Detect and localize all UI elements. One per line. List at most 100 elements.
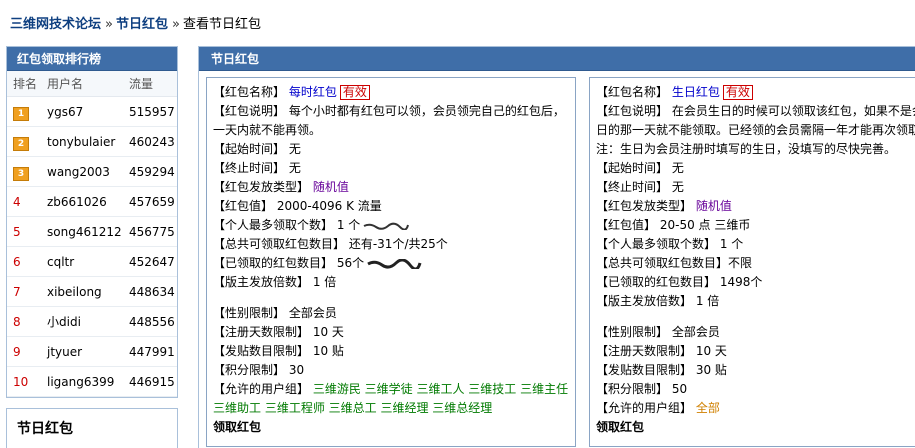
end-value: 无 — [671, 180, 684, 194]
ranking-flow: 515957 — [129, 105, 175, 119]
ranking-flow: 447991 — [129, 345, 175, 359]
max-label: 【个人最多领取个数】 — [596, 237, 717, 251]
points-label: 【积分限制】 — [596, 382, 669, 396]
breadcrumb-separator: » — [172, 17, 180, 32]
claim-button[interactable]: 领取红包 — [213, 420, 261, 434]
rank-medal-icon: 1 — [7, 97, 41, 126]
type-value: 随机值 — [695, 199, 732, 213]
start-label: 【起始时间】 — [213, 142, 286, 156]
claimed-label: 【已领取的红包数目】 — [213, 256, 334, 270]
ranking-username[interactable]: zb661026 — [41, 187, 123, 216]
value-label: 【红包值】 — [596, 218, 657, 232]
max-value: 1 个 — [336, 218, 361, 232]
posts-label: 【发贴数目限制】 — [213, 344, 310, 358]
breadcrumb: 三维网技术论坛» 节日红包» 查看节日红包 — [10, 17, 261, 33]
holiday-panel: 节日红包 — [6, 408, 178, 448]
rank-medal-icon: 2 — [7, 127, 41, 156]
ranking-username[interactable]: ligang6399 — [41, 367, 123, 396]
gender-label: 【性别限制】 — [596, 325, 669, 339]
ranking-row: 1 ygs67 515957 — [7, 97, 177, 127]
groups-label: 【允许的用户组】 — [596, 401, 693, 415]
breadcrumb-current: 查看节日红包 — [182, 17, 261, 32]
medal-icon: 3 — [13, 167, 29, 181]
total-label: 【总共可领取红包数目】 — [596, 256, 729, 270]
medal-icon: 1 — [13, 107, 29, 121]
rank-number: 5 — [13, 225, 21, 239]
main-panel: 节日红包 【红包名称】 每时红包 有效 【红包说明】 每个小时都有红包可以领，会员… — [198, 46, 915, 448]
ranking-username[interactable]: 小didi — [41, 307, 123, 336]
ranking-row: 4 zb661026 457659 — [7, 187, 177, 217]
points-label: 【积分限制】 — [213, 363, 286, 377]
regdays-value: 10 天 — [695, 344, 727, 358]
medal-icon: 2 — [13, 137, 29, 151]
ranking-row: 6 cqltr 452647 — [7, 247, 177, 277]
claimed-value: 56个 — [336, 256, 365, 270]
ranking-flow: 460243 — [129, 135, 175, 149]
desc-label: 【红包说明】 — [596, 104, 669, 118]
claimed-value: 1498个 — [719, 275, 763, 289]
points-value: 30 — [288, 363, 305, 377]
groups-value: 全部 — [695, 401, 720, 415]
end-value: 无 — [288, 161, 301, 175]
gender-value: 全部会员 — [288, 306, 337, 320]
redpacket-name[interactable]: 每时红包 — [289, 85, 337, 99]
regdays-label: 【注册天数限制】 — [596, 344, 693, 358]
ranking-username[interactable]: jtyuer — [41, 337, 123, 366]
claim-button[interactable]: 领取红包 — [596, 420, 644, 434]
breadcrumb-forum-link[interactable]: 三维网技术论坛 — [10, 17, 101, 32]
regdays-value: 10 天 — [312, 325, 344, 339]
name-label: 【红包名称】 — [213, 85, 286, 99]
value-value: 20-50 点 三维币 — [659, 218, 751, 232]
ranking-panel: 红包领取排行榜 排名 用户名 流量 1 ygs67 515957 2 tonybulai… — [6, 46, 178, 398]
end-label: 【终止时间】 — [596, 180, 669, 194]
name-label: 【红包名称】 — [596, 85, 669, 99]
mult-label: 【版主发放倍数】 — [596, 294, 693, 308]
breadcrumb-section-link[interactable]: 节日红包 — [116, 17, 168, 32]
value-label: 【红包值】 — [213, 199, 274, 213]
col-user-header: 用户名 — [47, 77, 84, 91]
start-label: 【起始时间】 — [596, 161, 669, 175]
max-label: 【个人最多领取个数】 — [213, 218, 334, 232]
status-badge: 有效 — [339, 85, 370, 100]
breadcrumb-separator: » — [105, 17, 113, 32]
gender-value: 全部会员 — [671, 325, 720, 339]
type-label: 【红包发放类型】 — [596, 199, 693, 213]
rank-number: 4 — [13, 195, 21, 209]
regdays-label: 【注册天数限制】 — [213, 325, 310, 339]
groups-label: 【允许的用户组】 — [213, 382, 310, 396]
ranking-username[interactable]: tonybulaier — [41, 127, 123, 156]
points-value: 50 — [671, 382, 688, 396]
posts-value: 10 贴 — [312, 344, 344, 358]
value-value: 2000-4096 K 流量 — [276, 199, 382, 213]
start-value: 无 — [288, 142, 301, 156]
holiday-panel-title: 节日红包 — [17, 421, 73, 437]
mult-label: 【版主发放倍数】 — [213, 275, 310, 289]
ranking-flow: 452647 — [129, 255, 175, 269]
ranking-title: 红包领取排行榜 — [7, 47, 177, 71]
ranking-username[interactable]: ygs67 — [41, 97, 123, 126]
ranking-username[interactable]: xibeilong — [41, 277, 123, 306]
claimed-label: 【已领取的红包数目】 — [596, 275, 717, 289]
ranking-row: 8 小didi 448556 — [7, 307, 177, 337]
ranking-flow: 448634 — [129, 285, 175, 299]
ranking-username[interactable]: song461212 — [41, 217, 123, 246]
ranking-header-row: 排名 用户名 流量 — [7, 71, 177, 97]
ranking-row: 5 song461212 456775 — [7, 217, 177, 247]
max-value: 1 个 — [719, 237, 744, 251]
type-value: 随机值 — [312, 180, 349, 194]
ranking-username[interactable]: wang2003 — [41, 157, 123, 186]
posts-label: 【发贴数目限制】 — [596, 363, 693, 377]
ranking-username[interactable]: cqltr — [41, 247, 123, 276]
rank-number: 9 — [13, 345, 21, 359]
gender-label: 【性别限制】 — [213, 306, 286, 320]
ranking-flow: 457659 — [129, 195, 175, 209]
rank-medal-icon: 3 — [7, 157, 41, 186]
col-flow-header: 流量 — [129, 77, 154, 91]
ranking-row: 2 tonybulaier 460243 — [7, 127, 177, 157]
redpacket-name[interactable]: 生日红包 — [672, 85, 720, 99]
total-value: 还有-31个/共25个 — [348, 237, 448, 251]
redpacket-card-hourly: 【红包名称】 每时红包 有效 【红包说明】 每个小时都有红包可以领，会员领完自己的… — [206, 77, 576, 447]
ranking-list: 1 ygs67 515957 2 tonybulaier 460243 3 wang2003 4… — [7, 97, 177, 397]
rank-number: 10 — [13, 375, 29, 389]
ranking-row: 10 ligang6399 446915 — [7, 367, 177, 397]
